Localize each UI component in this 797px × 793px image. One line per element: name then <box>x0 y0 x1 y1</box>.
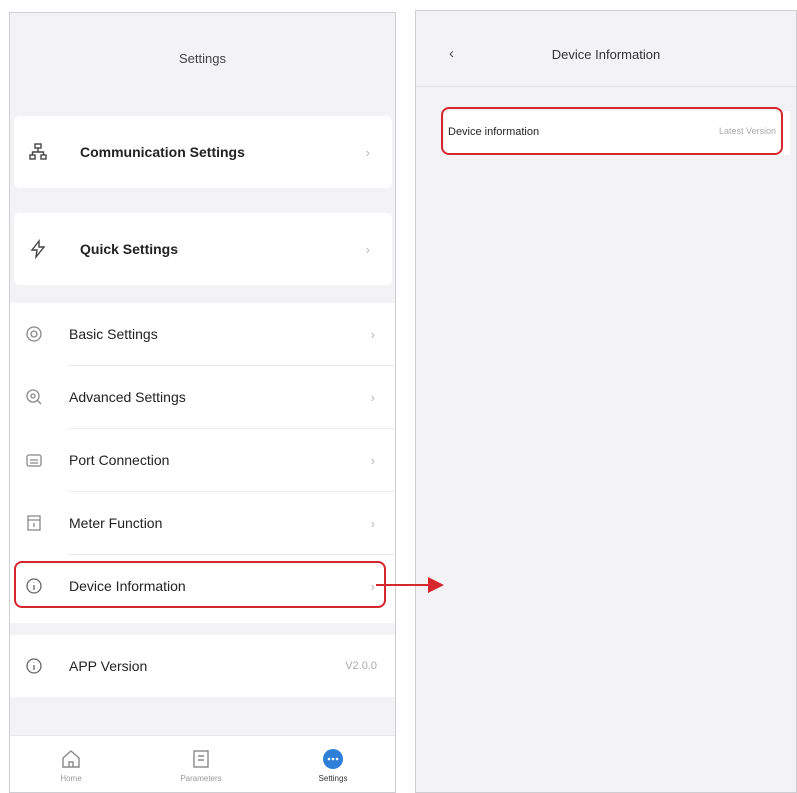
chevron-right-icon: › <box>370 326 375 342</box>
highlight-box <box>441 107 783 155</box>
quick-settings-icon <box>28 239 48 259</box>
chevron-right-icon: › <box>365 241 370 257</box>
advanced-gear-icon <box>24 387 44 407</box>
list-item-advanced-settings[interactable]: Advanced Settings › <box>10 366 395 428</box>
list-item-label: Meter Function <box>69 515 163 531</box>
arrow-right-icon <box>428 577 444 593</box>
communication-settings-card[interactable]: Communication Settings › <box>14 116 392 188</box>
settings-dots-icon <box>322 748 344 770</box>
quick-settings-label: Quick Settings <box>80 241 179 257</box>
tab-home[interactable]: Home <box>26 736 116 792</box>
app-version-label: APP Version <box>69 658 148 674</box>
screenshot-stage: Settings Communication Settings › Quick … <box>0 0 797 793</box>
arrow-line <box>376 584 432 586</box>
list-item-label: Advanced Settings <box>69 389 186 405</box>
app-version-value: V2.0.0 <box>345 660 377 672</box>
parameters-icon <box>190 748 212 770</box>
network-icon <box>28 142 48 162</box>
gear-icon <box>24 324 44 344</box>
navigation-bar: ‹ Device Information <box>416 11 796 87</box>
tab-label: Parameters <box>180 774 222 783</box>
tab-bar: Home Parameters Settings <box>10 735 395 792</box>
tab-settings[interactable]: Settings <box>288 736 378 792</box>
list-item-label: Basic Settings <box>69 326 158 342</box>
quick-settings-card[interactable]: Quick Settings › <box>14 213 392 285</box>
home-icon <box>60 748 82 770</box>
communication-settings-label: Communication Settings <box>80 144 245 160</box>
chevron-right-icon: › <box>370 515 375 531</box>
tab-label: Home <box>60 774 82 783</box>
info-icon <box>24 656 44 676</box>
chevron-right-icon: › <box>370 389 375 405</box>
tab-label: Settings <box>318 774 348 783</box>
list-item-port-connection[interactable]: Port Connection › <box>10 429 395 491</box>
settings-screen: Settings Communication Settings › Quick … <box>9 12 396 793</box>
page-title: Device Information <box>551 47 661 62</box>
highlight-box <box>14 561 386 608</box>
app-version-row: APP Version V2.0.0 <box>10 635 395 697</box>
chevron-right-icon: › <box>365 144 370 160</box>
list-item-label: Port Connection <box>69 452 170 468</box>
meter-icon <box>24 513 44 533</box>
list-item-meter-function[interactable]: Meter Function › <box>10 492 395 554</box>
chevron-right-icon: › <box>370 452 375 468</box>
list-item-basic-settings[interactable]: Basic Settings › <box>10 303 395 365</box>
tab-parameters[interactable]: Parameters <box>156 736 246 792</box>
page-title: Settings <box>179 51 226 66</box>
port-icon <box>24 450 44 470</box>
